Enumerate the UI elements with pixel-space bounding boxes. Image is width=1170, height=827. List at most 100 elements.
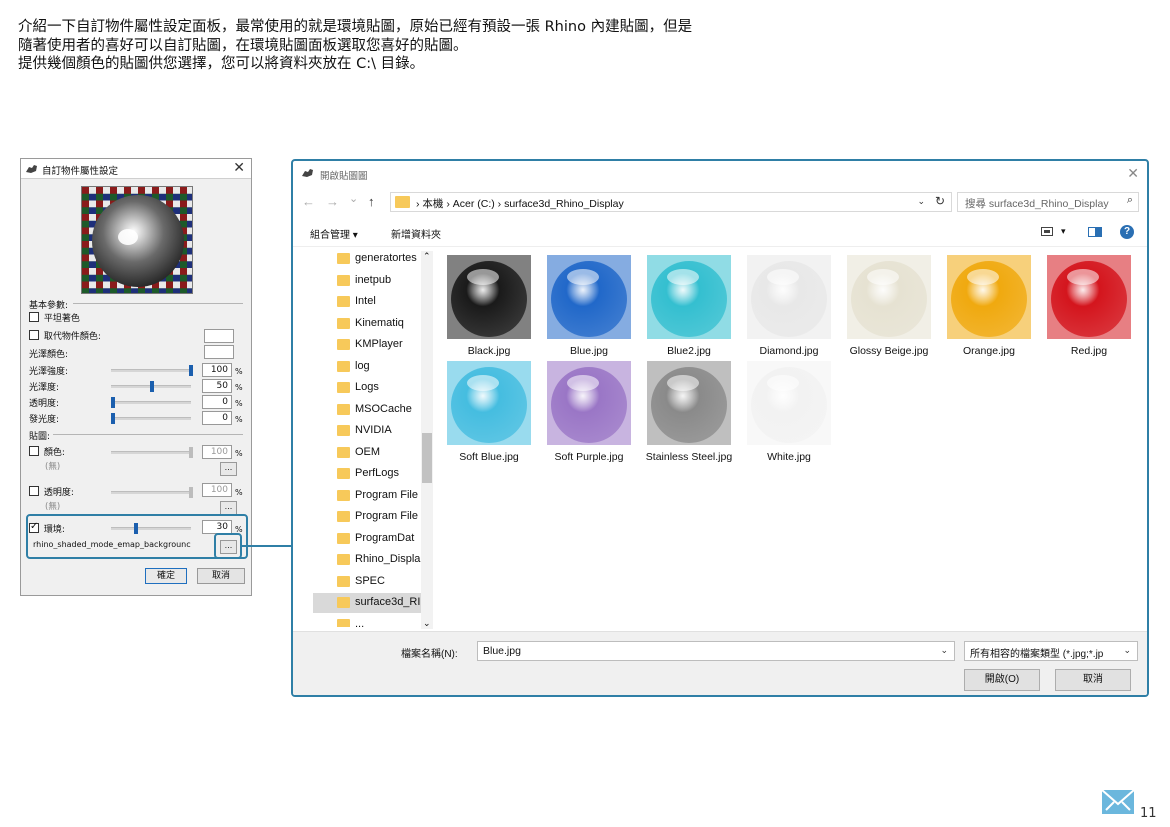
color-texture-value[interactable]: 100 [202,445,232,459]
folder-icon [395,196,410,208]
transparency-texture-value[interactable]: 100 [202,483,232,497]
color-texture-slider-thumb[interactable] [189,447,193,458]
filename-input[interactable]: Blue.jpg ⌄ [477,641,955,661]
chevron-down-icon[interactable]: ⌄ [917,196,925,207]
color-texture-checkbox[interactable] [29,446,39,456]
recent-locations-icon[interactable]: ⌄ [349,192,358,205]
address-bar[interactable]: › 本機 › Acer (C:) › surface3d_Rhino_Displ… [390,192,952,212]
folder-icon [337,532,350,544]
up-arrow-icon[interactable]: ↑ [368,194,375,209]
sphere-thumbnail-image [947,255,1031,339]
gloss-intensity-value[interactable]: 100 [202,363,232,377]
ok-button[interactable]: 確定 [145,568,187,584]
environment-checkbox[interactable] [29,521,39,533]
folder-item[interactable]: Logs [325,378,425,398]
organize-menu[interactable]: 組合管理 ▾ [310,226,358,241]
override-color-checkbox[interactable] [29,330,39,340]
close-icon[interactable]: ✕ [233,160,245,176]
scrollbar-thumb[interactable] [422,433,432,483]
refresh-icon[interactable]: ↻ [935,194,945,208]
environment-value[interactable]: 30 [202,520,232,534]
folder-item[interactable]: inetpub [325,271,425,291]
chevron-down-icon[interactable]: ⌄ [940,645,948,656]
gloss-intensity-slider-thumb[interactable] [189,365,193,376]
file-name: White.jpg [767,451,811,463]
forward-arrow-icon[interactable]: → [326,194,339,209]
folder-item[interactable]: Rhino_Displa [325,550,425,570]
folder-icon [337,274,350,286]
emission-value[interactable]: 0 [202,411,232,425]
transparency-texture-slider[interactable] [111,491,191,494]
color-texture-none: (無) [45,462,61,472]
folder-item[interactable]: Program File [325,486,425,506]
help-icon[interactable]: ? [1120,225,1134,239]
folder-item[interactable]: surface3d_RI [313,593,423,613]
folder-tree-scrollbar[interactable]: ⌃ ⌄ [421,251,433,629]
color-texture-slider[interactable] [111,451,191,454]
glossiness-value[interactable]: 50 [202,379,232,393]
color-texture-browse-button[interactable]: ... [220,462,237,476]
flat-shading-checkbox[interactable] [29,312,39,322]
transparency-slider-thumb[interactable] [111,397,115,408]
folder-item[interactable]: ... [325,615,425,627]
folder-item[interactable]: NVIDIA [325,421,425,441]
transparency-texture-checkbox[interactable] [29,486,39,496]
new-folder-button[interactable]: 新增資料夾 [391,226,441,241]
folder-item[interactable]: PerfLogs [325,464,425,484]
folder-item[interactable]: log [325,357,425,377]
environment-slider-thumb[interactable] [134,523,139,534]
emission-slider[interactable] [111,417,191,420]
transparency-value[interactable]: 0 [202,395,232,409]
transparency-slider[interactable] [111,401,191,404]
close-icon[interactable]: ✕ [1127,165,1139,182]
glossiness-slider-thumb[interactable] [150,381,154,392]
cancel-button[interactable]: 取消 [197,568,245,584]
filetype-select[interactable]: 所有相容的檔案類型 (*.jpg;*.jp ⌄ [964,641,1138,661]
sphere-thumbnail-image [747,255,831,339]
textures-section: 貼圖: [29,429,243,442]
folder-item[interactable]: MSOCache [325,400,425,420]
breadcrumb[interactable]: › 本機 › Acer (C:) › surface3d_Rhino_Displ… [416,196,624,211]
cancel-button[interactable]: 取消 [1055,669,1131,691]
search-icon[interactable]: ⌕ [1127,194,1133,207]
folder-item[interactable]: Kinematiq [325,314,425,334]
navigation-bar: ← → ⌄ ↑ › 本機 › Acer (C:) › surface3d_Rhi… [293,189,1147,215]
scroll-down-icon[interactable]: ⌄ [423,618,431,629]
emission-slider-thumb[interactable] [111,413,115,424]
environment-slider[interactable] [111,527,191,530]
gloss-color-row: 光澤顏色: [29,347,68,360]
folder-item[interactable]: Program File [325,507,425,527]
search-input[interactable]: 搜尋 surface3d_Rhino_Display ⌕ [957,192,1139,212]
chevron-down-icon[interactable]: ▾ [1061,226,1066,237]
transparency-texture-browse-button[interactable]: ... [220,501,237,515]
folder-item[interactable]: Intel [325,292,425,312]
filename-value: Blue.jpg [483,645,521,657]
basic-params-section: 基本參數: [29,298,243,311]
override-color-swatch[interactable] [204,329,234,343]
gloss-color-swatch[interactable] [204,345,234,359]
chevron-down-icon[interactable]: ⌄ [1123,645,1131,656]
scroll-up-icon[interactable]: ⌃ [423,251,431,262]
transparency-texture-slider-thumb[interactable] [189,487,193,498]
folder-icon [337,253,350,264]
folder-item[interactable]: KMPlayer [325,335,425,355]
gloss-intensity-slider[interactable] [111,369,191,372]
open-button[interactable]: 開啟(O) [964,669,1040,691]
override-color-row: 取代物件顏色: [29,329,101,342]
folder-icon [337,575,350,587]
folder-item[interactable]: SPEC [325,572,425,592]
folder-tree: generatortes inetpub Intel Kinematiq KMPlaye… [293,249,433,627]
section-divider [53,434,243,435]
folder-item[interactable]: generatortes [325,249,425,269]
folder-label: log [355,359,370,372]
folder-item[interactable]: OEM [325,443,425,463]
view-options-icon[interactable] [1041,227,1053,236]
preview-pane-icon[interactable] [1088,227,1102,237]
folder-item[interactable]: ProgramDat [325,529,425,549]
folder-icon [337,511,350,522]
material-preview [81,186,193,294]
file-name: Soft Purple.jpg [554,451,624,463]
filename-label: 檔案名稱(N): [401,649,458,660]
file-name: Glossy Beige.jpg [849,345,929,357]
back-arrow-icon[interactable]: ← [302,194,315,209]
